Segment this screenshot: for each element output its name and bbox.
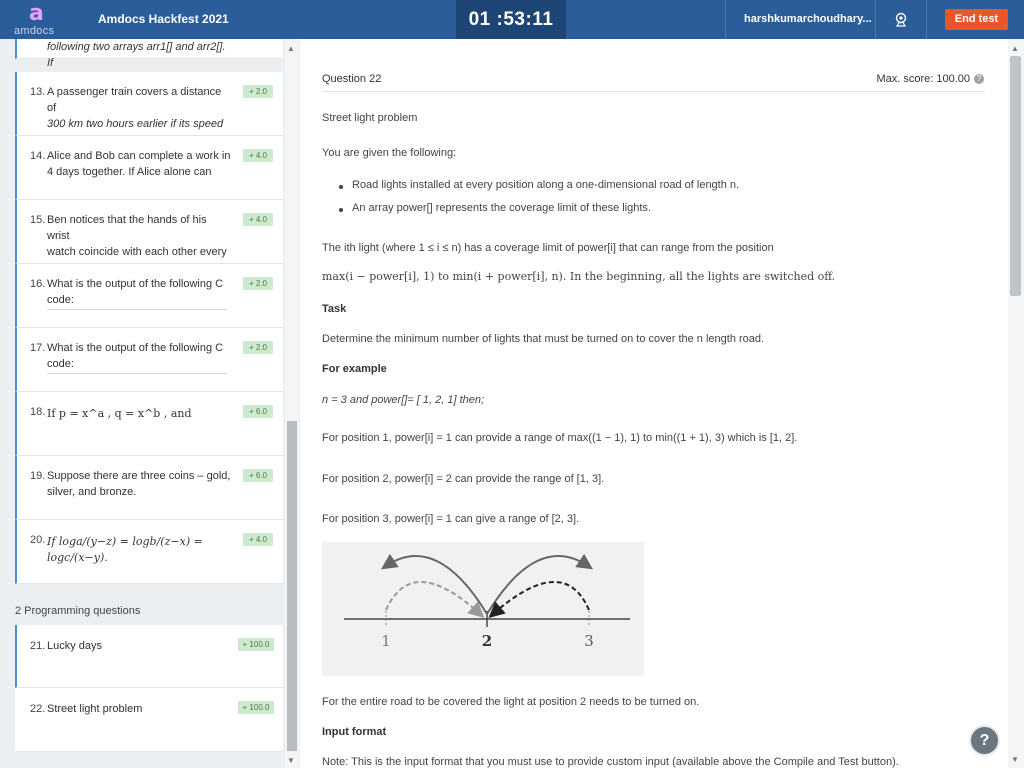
section-label-programming: 2 Programming questions (15, 605, 141, 617)
question-item-17[interactable]: 17. What is the output of the following … (15, 328, 283, 392)
example-position-2: For position 2, power[i] = 2 can provide… (322, 473, 605, 485)
question-partial-text: following two arrays arr1[] and arr2[]. … (47, 41, 226, 69)
question-item-20[interactable]: 20. If loga/(y−z) = logb/(z−x) = logc/(x… (15, 520, 283, 584)
question-preview: Street light problem (47, 703, 143, 715)
score-badge: + 6.0 (243, 469, 273, 482)
max-score: Max. score: 100.00 ? (876, 73, 984, 85)
webcam-button[interactable] (875, 0, 927, 39)
code-divider (47, 309, 227, 310)
score-badge: + 100.0 (238, 701, 274, 714)
question-number: 16. (30, 278, 46, 290)
logo-mark: a (29, 1, 44, 26)
scroll-down-icon[interactable]: ▼ (287, 756, 295, 765)
question-number: 19. (30, 470, 46, 482)
question-item-13[interactable]: 13. A passenger train covers a distance … (15, 72, 283, 136)
countdown-timer: 01 :53:11 (456, 0, 566, 39)
question-item-16[interactable]: 16. What is the output of the following … (15, 264, 283, 328)
question-number: 17. (30, 342, 46, 354)
example-input: n = 3 and power[]= [ 1, 2, 1] then; (322, 394, 485, 406)
logo-text: amdocs (14, 25, 55, 37)
question-panel: Question 22 Max. score: 100.00 ? Street … (300, 39, 1008, 768)
arc-1-to-2 (385, 581, 485, 619)
input-format-heading: Input format (322, 726, 387, 738)
question-sidebar: following two arrays arr1[] and arr2[]. … (0, 39, 300, 768)
score-badge: + 4.0 (243, 213, 273, 226)
top-bar: a amdocs Amdocs Hackfest 2021 01 :53:11 … (0, 0, 1024, 39)
score-badge: + 4.0 (243, 533, 273, 546)
main-scrollbar-thumb[interactable] (1010, 56, 1021, 296)
example-position-3: For position 3, power[i] = 1 can give a … (322, 513, 580, 525)
max-score-text: Max. score: 100.00 (876, 73, 970, 85)
end-test-button[interactable]: End test (945, 9, 1008, 30)
bullet-item: An array power[] represents the coverage… (352, 202, 651, 214)
coverage-diagram-svg: 1 2 3 (344, 553, 630, 650)
question-preview: A passenger train covers a distance of 30… (47, 86, 224, 130)
user-name[interactable]: harshkumarchoudhary... (725, 0, 875, 39)
example-heading: For example (322, 363, 387, 375)
question-preview: Ben notices that the hands of his wrist w… (47, 214, 227, 258)
question-preview: Suppose there are three coins – gold, sil… (47, 470, 231, 498)
task-heading: Task (322, 303, 347, 315)
question-number: 13. (30, 86, 46, 98)
question-item-19[interactable]: 19. Suppose there are three coins – gold… (15, 456, 283, 520)
question-number: 14. (30, 150, 46, 162)
question-number: 15. (30, 214, 46, 226)
coverage-diagram: 1 2 3 (322, 542, 644, 676)
app-title: Amdocs Hackfest 2021 (98, 12, 229, 26)
header-divider (322, 91, 985, 92)
question-mark-icon: ? (979, 732, 990, 749)
question-item-21[interactable]: 21. Lucky days + 100.0 (15, 625, 283, 688)
bullet-dot (339, 208, 343, 212)
task-text: Determine the minimum number of lights t… (322, 333, 765, 345)
sidebar-scrollbar-thumb[interactable] (287, 421, 297, 751)
label-3: 3 (584, 632, 594, 650)
question-item-15[interactable]: 15. Ben notices that the hands of his wr… (15, 200, 283, 264)
code-divider (47, 373, 227, 374)
scroll-up-icon[interactable]: ▲ (1011, 44, 1019, 53)
question-label: Question 22 (322, 73, 382, 85)
bullet-item: Road lights installed at every position … (352, 179, 740, 191)
label-2: 2 (482, 632, 492, 650)
question-preview: If p = x^a , q = x^b , and (47, 407, 192, 420)
score-badge: + 4.0 (243, 149, 273, 162)
amdocs-logo: a amdocs (14, 3, 66, 39)
question-item-14[interactable]: 14. Alice and Bob can complete a work in… (15, 136, 283, 200)
help-icon[interactable]: ? (974, 74, 984, 84)
scroll-down-icon[interactable]: ▼ (1011, 755, 1019, 764)
bullet-dot (339, 185, 343, 189)
score-badge: + 100.0 (238, 638, 274, 651)
question-number: 18. (30, 406, 46, 418)
arc-2-to-1 (381, 553, 488, 615)
question-preview: If loga/(y−z) = logb/(z−x) = logc/(x−y). (47, 535, 203, 564)
help-button[interactable]: ? (969, 725, 1000, 756)
conclusion-text: For the entire road to be covered the li… (322, 696, 700, 708)
label-1: 1 (381, 632, 391, 650)
question-number: 21. (30, 640, 46, 652)
description-line-1: The ith light (where 1 ≤ i ≤ n) has a co… (322, 242, 774, 254)
score-badge: + 6.0 (243, 405, 273, 418)
question-number: 22. (30, 703, 46, 715)
question-preview: Alice and Bob can complete a work in 4 da… (47, 150, 231, 178)
question-item-22-active[interactable]: 22. Street light problem + 100.0 (15, 688, 283, 752)
intro-text: You are given the following: (322, 147, 457, 159)
question-preview: What is the output of the following Ccod… (47, 342, 224, 370)
question-item-18[interactable]: 18. If p = x^a , q = x^b , and + 6.0 (15, 392, 283, 456)
note-text: Note: This is the input format that you … (322, 756, 899, 768)
score-badge: + 2.0 (243, 277, 273, 290)
question-preview: What is the output of the following Ccod… (47, 278, 224, 306)
example-position-1: For position 1, power[i] = 1 can provide… (322, 432, 798, 444)
question-item-12[interactable]: following two arrays arr1[] and arr2[]. … (15, 39, 283, 69)
question-preview: Lucky days (47, 640, 103, 652)
score-badge: + 2.0 (243, 341, 273, 354)
description-line-2: max(i − power[i], 1) to min(i + power[i]… (322, 270, 836, 283)
score-badge: + 2.0 (243, 85, 273, 98)
question-number: 20. (30, 534, 46, 546)
webcam-icon (895, 12, 907, 27)
problem-title: Street light problem (322, 112, 418, 124)
scroll-up-icon[interactable]: ▲ (287, 44, 295, 53)
